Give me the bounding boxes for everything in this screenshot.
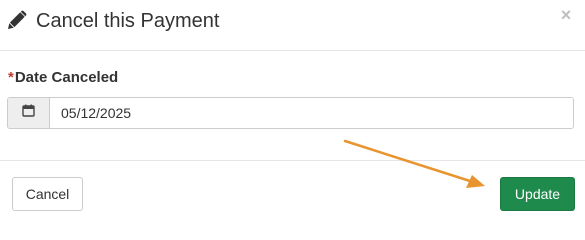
calendar-icon xyxy=(22,104,35,122)
required-marker: * xyxy=(8,69,14,86)
calendar-button[interactable] xyxy=(8,98,50,128)
date-canceled-label: *Date Canceled xyxy=(8,69,118,86)
date-canceled-input-group xyxy=(7,97,574,129)
dialog-header: Cancel this Payment × xyxy=(0,0,585,51)
pencil-icon xyxy=(7,10,27,30)
close-button[interactable]: × xyxy=(558,6,574,24)
update-button[interactable]: Update xyxy=(500,177,575,211)
date-canceled-label-text: Date Canceled xyxy=(14,69,119,86)
cancel-payment-dialog: Cancel this Payment × *Date Canceled Can… xyxy=(0,0,585,221)
date-canceled-input[interactable] xyxy=(50,98,573,128)
cancel-button[interactable]: Cancel xyxy=(12,177,83,211)
dialog-title: Cancel this Payment xyxy=(36,10,220,32)
dialog-footer: Cancel Update xyxy=(0,160,585,222)
